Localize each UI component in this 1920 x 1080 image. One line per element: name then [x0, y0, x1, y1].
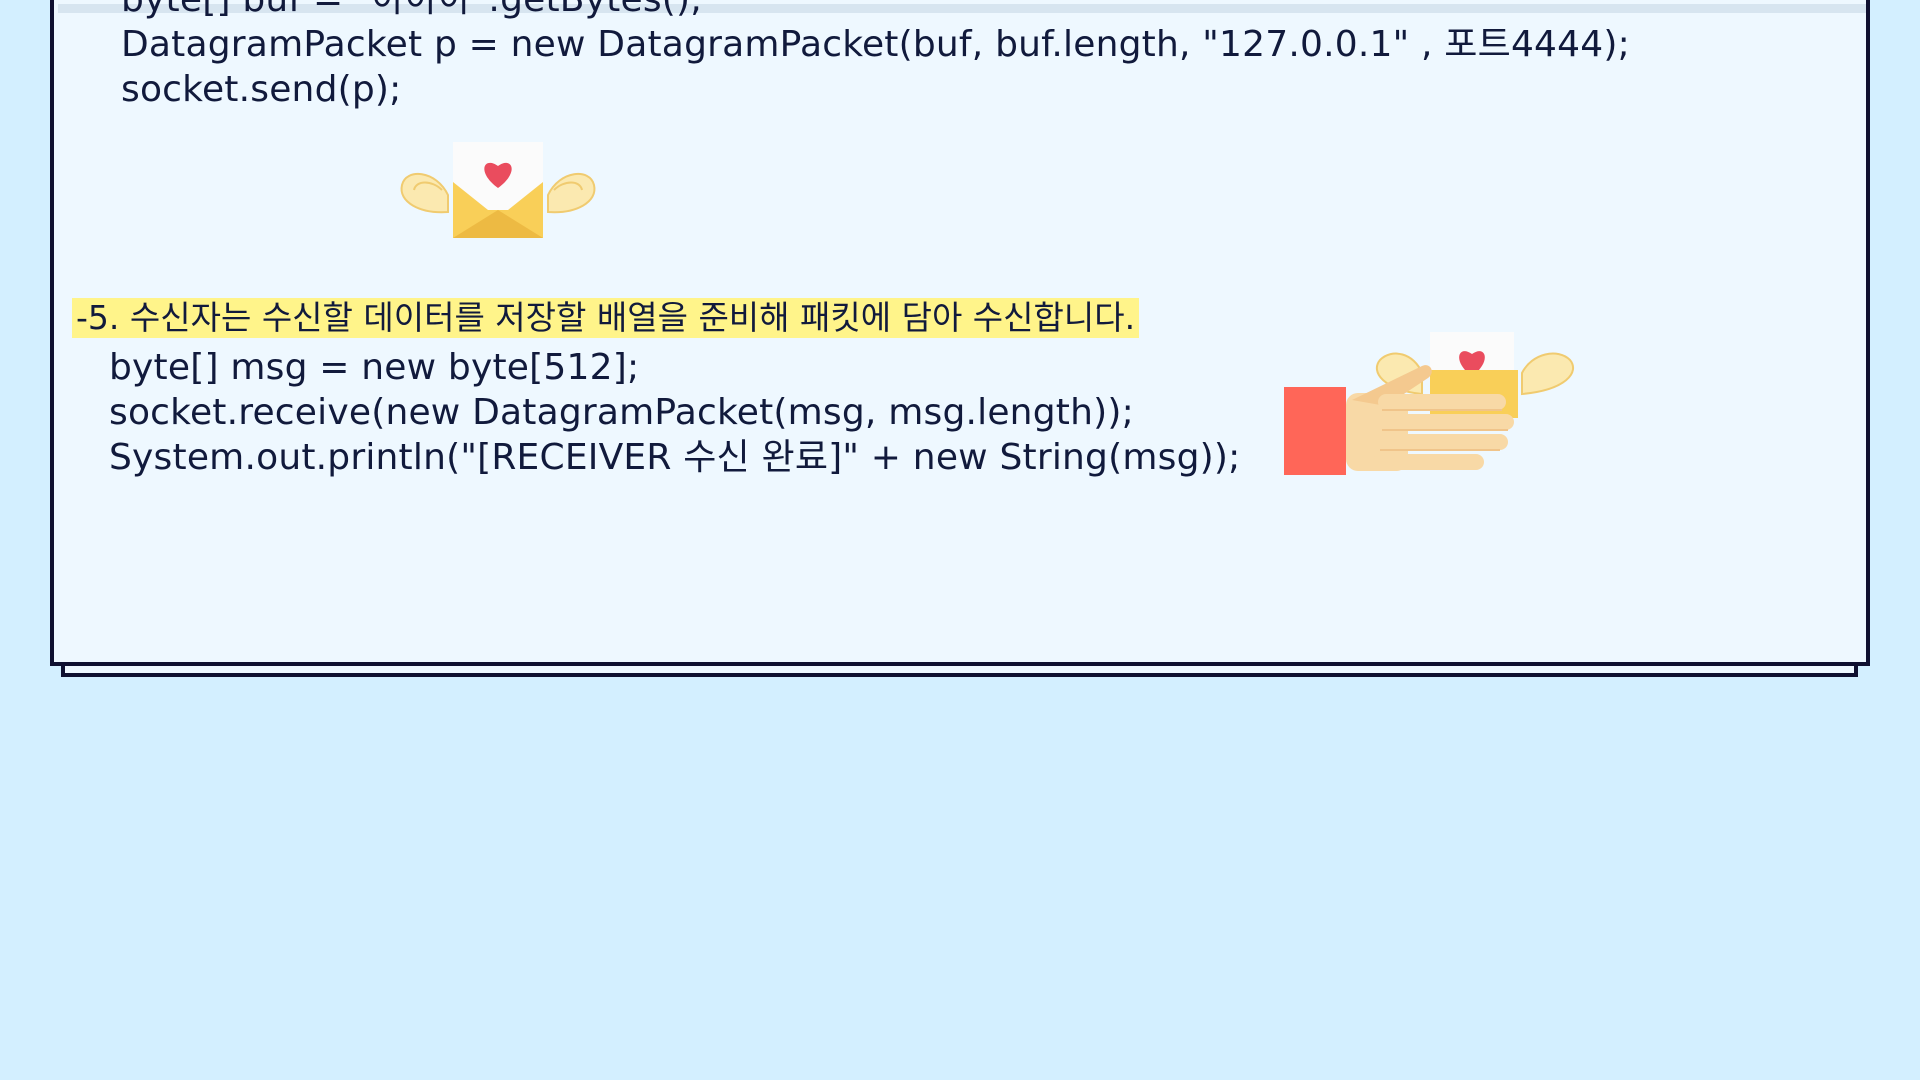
step5-heading: -5. 수신자는 수신할 데이터를 저장할 배열을 준비해 패킷에 담아 수신합…: [72, 298, 1140, 338]
hand-holding-winged-love-letter-icon: [1284, 332, 1575, 475]
code-line: socket.send(p);: [121, 69, 402, 110]
code-line: socket.receive(new DatagramPacket(msg, m…: [109, 392, 1134, 433]
sender-code-block: byte[] buf = "아아아".getBytes();DatagramPa…: [121, 0, 1630, 112]
receiver-code-block: byte[] msg = new byte[512]; socket.receiv…: [109, 345, 1240, 480]
winged-love-letter-icon: [400, 142, 596, 238]
code-line: byte[] msg = new byte[512];: [109, 347, 640, 388]
code-line: System.out.println("[RECEIVER 수신 완료]" + …: [109, 437, 1241, 478]
slide: byte[] buf = "아아아".getBytes();DatagramPa…: [0, 0, 1920, 1080]
code-line: byte[] buf = "아아아".getBytes();: [121, 0, 1630, 22]
code-line: DatagramPacket p = new DatagramPacket(bu…: [121, 24, 1630, 65]
